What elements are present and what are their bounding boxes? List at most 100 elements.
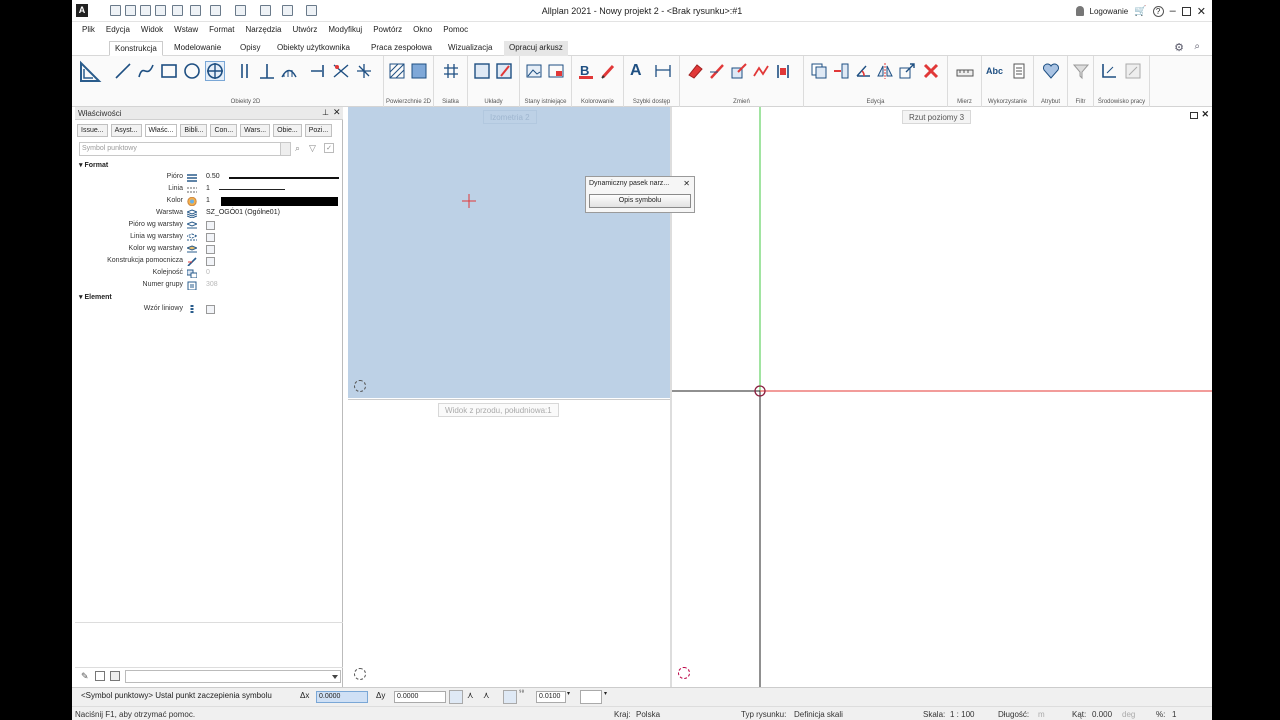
convert-icon[interactable] <box>730 62 748 80</box>
object-filter-select[interactable]: Symbol punktowy <box>79 142 291 156</box>
viewport-front-nav-icon[interactable] <box>354 668 366 680</box>
snap-dropdown-icon[interactable]: ▾ <box>567 690 575 704</box>
menu-modyfikuj[interactable]: Modyfikuj <box>328 25 362 34</box>
polyline-icon[interactable] <box>752 62 770 80</box>
status-country[interactable]: Polska <box>636 710 660 719</box>
mirror-icon[interactable] <box>876 62 894 80</box>
line-by-layer-checkbox[interactable] <box>206 233 215 242</box>
ptab-wlasciwosci[interactable]: Właśc... <box>144 124 178 137</box>
delete-icon[interactable] <box>922 62 940 80</box>
spline-icon[interactable] <box>137 62 155 80</box>
viewport-isometric[interactable]: Izometria 2 <box>348 107 670 398</box>
row-kolor-wg-warstwy[interactable]: Kolor wg warstwy <box>75 244 343 256</box>
split-icon[interactable] <box>355 62 373 80</box>
circle-icon[interactable] <box>183 62 201 80</box>
image-frame-icon[interactable] <box>547 62 565 80</box>
hatching-icon[interactable] <box>388 62 406 80</box>
ptab-connect[interactable]: Con... <box>210 124 238 137</box>
attribute-icon[interactable] <box>1042 62 1060 80</box>
modify-pen-icon[interactable] <box>708 62 726 80</box>
pen-by-layer-checkbox[interactable] <box>206 221 215 230</box>
snap-point-icon[interactable]: ⋏ <box>483 690 497 704</box>
ptab-issue[interactable]: Issue... <box>77 124 108 137</box>
layout-edit-icon[interactable] <box>495 62 513 80</box>
ribbon-search-icon[interactable]: ⌕ <box>1194 41 1200 52</box>
viewport-plan[interactable]: Rzut poziomy 3 ✕ <box>670 107 1212 687</box>
menu-wstaw[interactable]: Wstaw <box>174 25 198 34</box>
viewport-iso-nav-icon[interactable] <box>354 380 366 392</box>
status-drawing-type[interactable]: Definicja skali <box>794 710 843 719</box>
ptab-warstwy[interactable]: Wars... <box>240 124 271 137</box>
row-pioro[interactable]: Pióro 0.50 <box>75 172 343 184</box>
tab-obiekty-uzytkownika[interactable]: Obiekty użytkownika <box>272 41 355 56</box>
ribbon-settings-icon[interactable]: ⚙ <box>1174 41 1184 54</box>
construction-palette-icon[interactable] <box>78 60 102 84</box>
menu-narzedzia[interactable]: Narzędzia <box>245 25 281 34</box>
measure-icon[interactable] <box>956 62 974 80</box>
tab-opisy[interactable]: Opisy <box>235 41 265 56</box>
status-percent[interactable]: 1 <box>1172 710 1176 719</box>
helper-construction-checkbox[interactable] <box>206 257 215 266</box>
viewport-front[interactable]: Widok z przodu, południowa:1 <box>348 399 670 687</box>
snap-mode-icon[interactable]: ⋏ <box>467 690 481 704</box>
ptab-obiekty[interactable]: Obie... <box>273 124 302 137</box>
viewport-plan-nav-icon[interactable] <box>678 667 690 679</box>
opis-symbolu-button[interactable]: Opis symbolu <box>589 194 691 208</box>
menu-powtorz[interactable]: Powtórz <box>373 25 402 34</box>
favorite-select[interactable] <box>125 670 341 683</box>
trim-icon[interactable] <box>332 62 350 80</box>
menu-pomoc[interactable]: Pomoc <box>443 25 468 34</box>
menu-edycja[interactable]: Edycja <box>106 25 130 34</box>
row-linia[interactable]: Linia 1 <box>75 184 343 196</box>
point-symbol-icon[interactable] <box>205 61 225 81</box>
apply-check-icon[interactable]: ✓ <box>324 143 334 153</box>
funnel-icon[interactable]: ▽ <box>309 143 316 154</box>
input-options-dropdown-icon[interactable]: ▾ <box>604 690 614 704</box>
extend-icon[interactable] <box>309 62 327 80</box>
row-pioro-wg-warstwy[interactable]: Pióro wg warstwy <box>75 220 343 232</box>
ptab-asyst[interactable]: Asyst... <box>110 124 142 137</box>
tab-konstrukcja[interactable]: Konstrukcja <box>109 41 163 56</box>
filter-icon[interactable] <box>1072 62 1090 80</box>
stretch-icon[interactable] <box>898 62 916 80</box>
pencil-color-icon[interactable] <box>599 62 617 80</box>
dimension-icon[interactable] <box>654 62 672 80</box>
row-linia-wg-warstwy[interactable]: Linia wg warstwy <box>75 232 343 244</box>
menu-utworz[interactable]: Utwórz <box>293 25 318 34</box>
layout-frame-icon[interactable] <box>473 62 491 80</box>
maximize-icon[interactable] <box>1181 6 1191 16</box>
color-by-layer-checkbox[interactable] <box>206 245 215 254</box>
perpendicular-icon[interactable] <box>258 62 276 80</box>
copy-icon[interactable] <box>810 62 828 80</box>
help-icon[interactable]: ? <box>1152 5 1164 17</box>
tab-wizualizacja[interactable]: Wizualizacja <box>443 41 497 56</box>
login-link[interactable]: Logowanie <box>1090 7 1129 16</box>
minimize-icon[interactable]: – <box>1170 5 1176 17</box>
menu-format[interactable]: Format <box>209 25 234 34</box>
snap-increment-select[interactable]: 0.0100 <box>536 691 566 703</box>
status-angle[interactable]: 0.000 <box>1092 710 1112 719</box>
format-painter-icon[interactable]: B <box>577 62 595 80</box>
rotate-icon[interactable] <box>854 62 872 80</box>
workspace-expand-icon[interactable] <box>1124 62 1142 80</box>
dynamic-toolbar-close-icon[interactable]: ✕ <box>683 179 690 188</box>
menu-widok[interactable]: Widok <box>141 25 163 34</box>
row-konstrukcja-pomocnicza[interactable]: Konstrukcja pomocnicza <box>75 256 343 268</box>
status-angle-unit[interactable]: deg <box>1122 710 1135 719</box>
ptab-biblioteka[interactable]: Bibli... <box>180 124 208 137</box>
favorite-save-icon[interactable] <box>110 671 120 681</box>
hatch-curve-icon[interactable] <box>280 62 298 80</box>
tab-modelowanie[interactable]: Modelowanie <box>169 41 226 56</box>
user-icon[interactable] <box>1075 6 1084 16</box>
report-icon[interactable] <box>1010 62 1028 80</box>
input-options-icon[interactable] <box>580 690 602 704</box>
increment-icon[interactable]: ⁹⁸ <box>519 690 533 704</box>
tab-opracuj-arkusz[interactable]: Opracuj arkusz <box>504 41 568 56</box>
tab-praca-zespolowa[interactable]: Praca zespołowa <box>366 41 437 56</box>
cart-icon[interactable]: 🛒 <box>1134 6 1146 17</box>
parallel-icon[interactable] <box>236 62 254 80</box>
line-icon[interactable] <box>114 62 132 80</box>
point-assist-icon[interactable] <box>449 690 463 704</box>
joint-icon[interactable] <box>774 62 792 80</box>
ptab-pozioma[interactable]: Pozi... <box>304 124 333 137</box>
